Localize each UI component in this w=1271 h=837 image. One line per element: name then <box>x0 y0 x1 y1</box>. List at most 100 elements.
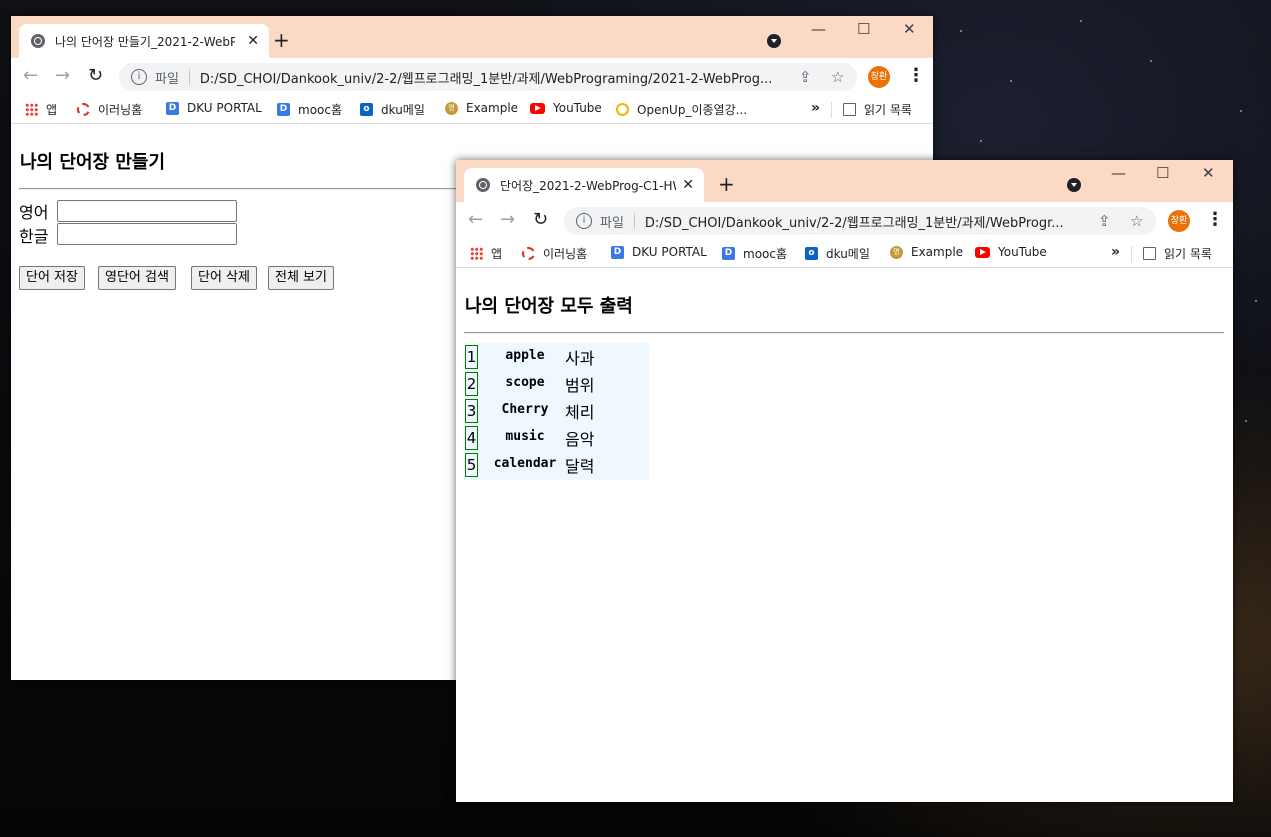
divider <box>188 69 190 85</box>
more-bookmarks-button[interactable]: » <box>1111 244 1120 260</box>
elearning-icon <box>77 103 90 116</box>
back-button[interactable]: ← <box>468 209 483 230</box>
new-tab-button[interactable]: + <box>718 172 735 196</box>
browser-toolbar: ← → ↻ i 파일 D:/SD_CHOI/Dankook_univ/2-2/웹… <box>11 58 933 95</box>
new-tab-button[interactable]: + <box>273 28 290 52</box>
d-logo-icon: D <box>722 247 735 260</box>
minimize-button[interactable]: — <box>811 20 826 38</box>
d-logo-icon: D <box>166 101 179 115</box>
korean-input[interactable] <box>57 223 237 245</box>
share-icon[interactable]: ⇪ <box>1098 212 1111 230</box>
bookmark-mooc[interactable]: Dmooc홈 <box>722 245 787 262</box>
bookmark-mooc[interactable]: Dmooc홈 <box>277 101 342 118</box>
browser-window-word-list: 단어장_2021-2-WebProg-C1-HW ✕ + — ☐ ✕ ← → ↻… <box>456 160 1233 802</box>
bookmark-apps[interactable]: 앱 <box>25 101 57 118</box>
divider <box>464 332 1224 334</box>
menu-icon[interactable]: ⋮ <box>1206 209 1224 230</box>
korean-word: 달력 <box>565 457 595 476</box>
bookmark-youtube[interactable]: YouTube <box>975 245 1047 259</box>
close-window-button[interactable]: ✕ <box>1202 164 1215 182</box>
word-number: 1 <box>465 345 478 369</box>
divider <box>831 102 832 118</box>
outlook-icon: o <box>805 247 818 260</box>
search-word-button[interactable]: 영단어 검색 <box>98 266 176 290</box>
bookmark-star-icon[interactable]: ☆ <box>1130 212 1143 230</box>
word-number: 3 <box>465 399 478 423</box>
bookmark-dku-portal[interactable]: D DKU PORTAL <box>166 101 262 115</box>
bookmark-dku-mail[interactable]: o dku메일 <box>360 101 425 118</box>
elearning-icon <box>522 247 535 260</box>
divider <box>633 213 635 229</box>
bookmark-youtube[interactable]: YouTube <box>530 101 602 115</box>
maximize-button[interactable]: ☐ <box>1156 164 1169 182</box>
browser-tab[interactable]: 단어장_2021-2-WebProg-C1-HW ✕ <box>464 168 704 202</box>
bookmark-example[interactable]: 명 Example <box>445 101 518 115</box>
close-tab-icon[interactable]: ✕ <box>682 177 694 193</box>
reading-list[interactable]: 읽기 목록 <box>1143 245 1212 262</box>
avatar[interactable]: 창환 <box>868 66 890 88</box>
browser-tab[interactable]: 나의 단어장 만들기_2021-2-WebP ✕ <box>19 24 269 58</box>
word-number: 2 <box>465 372 478 396</box>
korean-label: 한글 <box>19 227 49 246</box>
view-all-button[interactable]: 전체 보기 <box>268 266 334 290</box>
scheme-label: 파일 <box>600 215 624 231</box>
bookmark-apps[interactable]: 앱 <box>470 245 502 262</box>
address-bar[interactable]: i 파일 D:/SD_CHOI/Dankook_univ/2-2/웹프로그래밍_… <box>119 63 857 91</box>
table-row: 3 Cherry 체리 <box>464 397 649 424</box>
close-window-button[interactable]: ✕ <box>903 20 916 38</box>
title-bar[interactable]: 단어장_2021-2-WebProg-C1-HW ✕ + — ☐ ✕ <box>456 160 1233 202</box>
info-icon[interactable]: i <box>131 69 147 85</box>
example-icon: 명 <box>890 245 903 259</box>
korean-word: 사과 <box>565 349 595 368</box>
table-row: 1 apple 사과 <box>464 343 649 370</box>
word-number: 5 <box>465 453 478 477</box>
tab-search-icon[interactable] <box>767 34 781 48</box>
page-content: 나의 단어장 모두 출력 1 apple 사과 2 scope 범위 3 Che… <box>456 268 1233 802</box>
reload-button[interactable]: ↻ <box>88 65 103 86</box>
d-logo-icon: D <box>277 103 290 116</box>
back-button[interactable]: ← <box>23 65 38 86</box>
menu-icon[interactable]: ⋮ <box>907 65 925 86</box>
bookmark-elearning[interactable]: 이러닝홈 <box>77 101 142 118</box>
title-bar[interactable]: 나의 단어장 만들기_2021-2-WebP ✕ + — ☐ ✕ <box>11 16 933 58</box>
reload-button[interactable]: ↻ <box>533 209 548 230</box>
info-icon[interactable]: i <box>576 213 592 229</box>
apps-grid-icon <box>25 103 38 116</box>
youtube-icon <box>530 102 545 114</box>
example-icon: 명 <box>445 101 458 115</box>
bookmark-dku-portal[interactable]: D DKU PORTAL <box>611 245 707 259</box>
bookmark-dku-mail[interactable]: o dku메일 <box>805 245 870 262</box>
share-icon[interactable]: ⇪ <box>799 68 812 86</box>
more-bookmarks-button[interactable]: » <box>811 100 820 116</box>
url-text[interactable]: D:/SD_CHOI/Dankook_univ/2-2/웹프로그래밍_1분반/과… <box>200 68 790 87</box>
english-word: Cherry <box>501 402 549 417</box>
minimize-button[interactable]: — <box>1111 164 1126 182</box>
close-tab-icon[interactable]: ✕ <box>247 33 259 49</box>
table-row: 2 scope 범위 <box>464 370 649 397</box>
bookmark-elearning[interactable]: 이러닝홈 <box>522 245 587 262</box>
bookmarks-bar: 앱 이러닝홈 D DKU PORTAL Dmooc홈 o dku메일 명 Exampl… <box>456 239 1233 268</box>
english-word: calendar <box>493 456 557 471</box>
forward-button[interactable]: → <box>500 209 515 230</box>
delete-word-button[interactable]: 단어 삭제 <box>191 266 257 290</box>
tab-search-icon[interactable] <box>1067 178 1081 192</box>
divider <box>1131 246 1132 262</box>
d-logo-icon: D <box>611 245 624 259</box>
bookmark-star-icon[interactable]: ☆ <box>831 68 844 86</box>
page-title: 나의 단어장 모두 출력 <box>465 296 633 317</box>
reading-list-icon <box>843 103 856 116</box>
address-bar[interactable]: i 파일 D:/SD_CHOI/Dankook_univ/2-2/웹프로그래밍_… <box>564 207 1156 235</box>
english-input[interactable] <box>57 200 237 222</box>
reading-list[interactable]: 읽기 목록 <box>843 101 912 118</box>
word-table: 1 apple 사과 2 scope 범위 3 Cherry 체리 4 musi… <box>464 343 649 480</box>
forward-button[interactable]: → <box>55 65 70 86</box>
avatar[interactable]: 창환 <box>1168 210 1190 232</box>
openup-icon <box>616 103 629 116</box>
youtube-icon <box>975 246 990 258</box>
maximize-button[interactable]: ☐ <box>857 20 870 38</box>
url-text[interactable]: D:/SD_CHOI/Dankook_univ/2-2/웹프로그래밍_1분반/과… <box>645 212 1089 231</box>
save-word-button[interactable]: 단어 저장 <box>19 266 85 290</box>
english-word: music <box>505 429 545 444</box>
bookmark-openup[interactable]: OpenUp_이종열강... <box>616 101 747 118</box>
bookmark-example[interactable]: 명 Example <box>890 245 963 259</box>
